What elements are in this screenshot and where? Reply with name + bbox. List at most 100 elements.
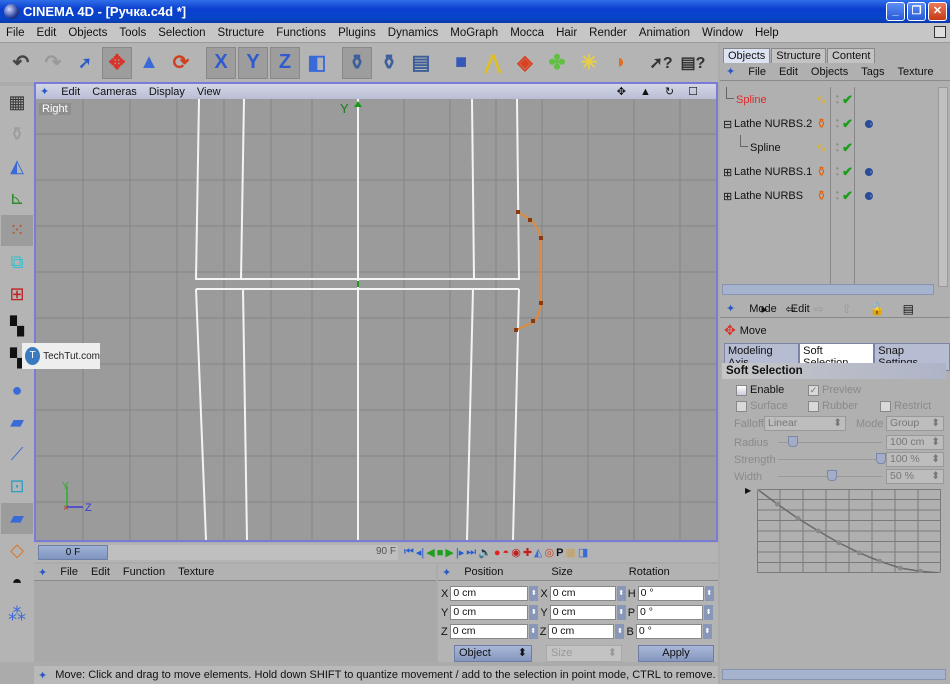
keyframe-selection-icon[interactable]: ◉	[511, 546, 521, 559]
width-input[interactable]: 50 % ⬍	[886, 469, 944, 484]
play-arrow-icon[interactable]: ▸	[761, 302, 771, 316]
render-settings-icon[interactable]: ▤	[406, 47, 436, 79]
spline-pen-icon[interactable]: ⋀	[478, 47, 508, 79]
surface-checkbox[interactable]: Surface	[736, 400, 788, 412]
record-scale-icon[interactable]: ◭	[534, 546, 542, 559]
array-icon[interactable]: ✤	[542, 47, 572, 79]
back-arrow-icon[interactable]: ⇦	[786, 302, 800, 316]
menu-dynamics[interactable]: Dynamics	[382, 27, 444, 39]
viewport-menu-view[interactable]: View	[197, 86, 221, 98]
preview-checkbox[interactable]: ✓ Preview	[808, 384, 861, 396]
record-parameter-icon[interactable]: P	[556, 547, 563, 559]
x-axis-lock-icon[interactable]: X	[206, 46, 236, 79]
world-coordinates-icon[interactable]: ◧	[302, 47, 332, 79]
tab-structure[interactable]: Structure	[771, 48, 826, 63]
vase-icon[interactable]: ⚱	[1, 119, 33, 150]
strength-slider-track[interactable]	[778, 459, 882, 460]
edges-mode-icon[interactable]: ⧉	[1, 247, 33, 278]
material-pin-icon[interactable]: ✦	[38, 566, 47, 579]
rotation-b-spinner[interactable]: ⬍	[702, 624, 712, 639]
record-position-icon[interactable]: ✚	[523, 546, 532, 559]
strength-slider-knob[interactable]	[876, 453, 886, 464]
position-z-spinner[interactable]: ⬍	[528, 624, 538, 639]
phong-tag-icon[interactable]: ⚈	[864, 190, 874, 203]
new-window-icon[interactable]: ▤	[903, 302, 918, 316]
viewport-menu-display[interactable]: Display	[149, 86, 185, 98]
viewport-right[interactable]: ✦ Edit Cameras Display View ✥ ▲ ↻ ☐ Y Y …	[34, 82, 718, 542]
collapse-icon[interactable]: ⊟	[723, 118, 732, 131]
rotation-h-input[interactable]: 0 °	[637, 586, 704, 601]
undo-icon[interactable]: ↶	[6, 47, 36, 79]
size-y-spinner[interactable]: ⬍	[616, 605, 626, 620]
menu-selection[interactable]: Selection	[152, 27, 211, 39]
mode-select[interactable]: Group ⬍	[886, 416, 944, 431]
viewport-menu-cameras[interactable]: Cameras	[92, 86, 137, 98]
position-x-input[interactable]: 0 cm	[450, 586, 529, 601]
enabled-check-icon[interactable]: ✔	[842, 164, 853, 180]
object-row-lathe-nurbs-1[interactable]: ⊞ Lathe NURBS.1 ⚱ • • ✔ ⚈	[722, 161, 940, 183]
menu-plugins[interactable]: Plugins	[332, 27, 382, 39]
hypernurbs-tool-icon[interactable]: ◇	[1, 535, 33, 566]
viewport-pin-icon[interactable]: ✦	[40, 85, 49, 98]
rotation-p-spinner[interactable]: ⬍	[704, 605, 714, 620]
menu-hair[interactable]: Hair	[550, 27, 583, 39]
z-axis-lock-icon[interactable]: Z	[270, 46, 300, 79]
tab-objects[interactable]: Objects	[723, 48, 771, 63]
polygons-mode-icon[interactable]: ⊞	[1, 279, 33, 310]
radius-input[interactable]: 100 cm ⬍	[886, 435, 944, 450]
menu-mograph[interactable]: MoGraph	[444, 27, 504, 39]
menu-functions[interactable]: Functions	[270, 27, 332, 39]
menu-animation[interactable]: Animation	[633, 27, 696, 39]
object-row-lathe-nurbs[interactable]: ⊞ Lathe NURBS ⚱ • • ✔ ⚈	[722, 185, 940, 207]
scene-light-icon[interactable]: ✳	[574, 47, 604, 79]
up-arrow-icon[interactable]: ⇧	[842, 302, 856, 316]
redo-icon[interactable]: ↷	[38, 47, 68, 79]
objects-menu-texture[interactable]: Texture	[897, 66, 933, 78]
enabled-check-icon[interactable]: ✔	[842, 92, 853, 108]
texture-mode-icon[interactable]: ▚	[1, 311, 33, 342]
current-frame-slider[interactable]: 0 F	[38, 545, 108, 560]
help-cursor-icon[interactable]: ➚?	[646, 47, 676, 79]
rotation-h-spinner[interactable]: ⬍	[704, 586, 714, 601]
menu-render[interactable]: Render	[583, 27, 633, 39]
y-axis-lock-icon[interactable]: Y	[238, 46, 268, 79]
viewport-menu-edit[interactable]: Edit	[61, 86, 80, 98]
minimize-button[interactable]: _	[886, 2, 905, 21]
zoom-view-icon[interactable]: ▲	[640, 86, 653, 98]
enabled-check-icon[interactable]: ✔	[842, 140, 853, 156]
size-x-spinner[interactable]: ⬍	[616, 586, 626, 601]
rotation-b-input[interactable]: 0 °	[635, 624, 702, 639]
stop-icon[interactable]: ■	[437, 547, 444, 559]
menu-structure[interactable]: Structure	[212, 27, 271, 39]
help-window-icon[interactable]: ▤?	[678, 47, 708, 79]
menu-window[interactable]: Window	[696, 27, 749, 39]
play-forwards-icon[interactable]: ▶	[445, 546, 453, 559]
object-name[interactable]: Lathe NURBS.1	[734, 166, 812, 178]
particle-tool-icon[interactable]: ⁂	[1, 599, 33, 630]
next-key-icon[interactable]: |▸	[456, 546, 464, 559]
objects-menu-file[interactable]: File	[748, 66, 766, 78]
falloff-select[interactable]: Linear ⬍	[764, 416, 846, 431]
record-rotation-icon[interactable]: ◎	[545, 546, 555, 559]
object-name[interactable]: Spline	[750, 142, 781, 154]
live-selection-icon[interactable]: ➚	[70, 47, 100, 79]
enabled-check-icon[interactable]: ✔	[842, 116, 853, 132]
falloff-curve-graph[interactable]	[757, 489, 941, 573]
enabled-check-icon[interactable]: ✔	[842, 188, 853, 204]
render-picture-viewer-icon[interactable]: ⚱	[374, 47, 404, 79]
expand-icon[interactable]: ⊞	[723, 166, 732, 179]
object-name[interactable]: Spline	[736, 94, 767, 106]
render-view-icon[interactable]: ⚱	[342, 46, 372, 79]
menu-mocca[interactable]: Mocca	[504, 27, 550, 39]
scale-icon[interactable]: ▲	[134, 47, 164, 79]
interpolation-icon[interactable]: ◨	[578, 546, 588, 559]
size-z-input[interactable]: 0 cm	[548, 624, 615, 639]
layout-restore-icon[interactable]	[934, 26, 946, 38]
viewport-canvas[interactable]: Y Y × Z Right	[36, 99, 716, 540]
sound-icon[interactable]: 🔈	[478, 546, 492, 559]
position-x-spinner[interactable]: ⬍	[529, 586, 539, 601]
objects-menu-objects[interactable]: Objects	[811, 66, 848, 78]
tab-content[interactable]: Content	[826, 48, 876, 63]
expand-icon[interactable]: ⊞	[723, 190, 732, 203]
lock-icon[interactable]: 🔓	[870, 302, 889, 316]
